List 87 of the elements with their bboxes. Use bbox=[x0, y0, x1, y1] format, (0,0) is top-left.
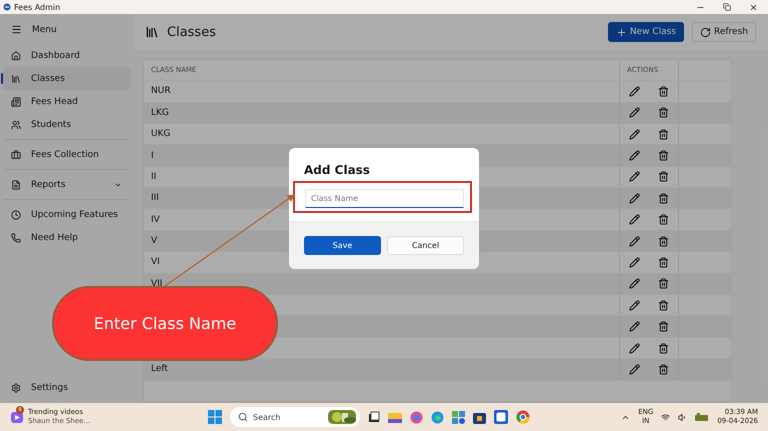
edit-icon[interactable] bbox=[629, 214, 640, 226]
edit-icon[interactable] bbox=[629, 128, 640, 140]
delete-icon[interactable] bbox=[658, 86, 669, 97]
nav-item[interactable]: Classes bbox=[3, 67, 130, 90]
plus-icon bbox=[616, 26, 627, 38]
chrome-icon[interactable] bbox=[516, 410, 530, 424]
nav-item[interactable]: Dashboard bbox=[3, 44, 130, 67]
nav-icon bbox=[11, 120, 21, 130]
delete-icon[interactable] bbox=[658, 321, 669, 332]
table-cell: VII bbox=[151, 278, 162, 289]
nav-item[interactable]: Students bbox=[3, 113, 130, 136]
table-cell: LKG bbox=[151, 108, 169, 118]
delete-icon[interactable] bbox=[658, 171, 669, 182]
page-title: Classes bbox=[167, 24, 216, 40]
edit-icon[interactable] bbox=[629, 192, 640, 204]
refresh-button[interactable]: Refresh bbox=[692, 22, 756, 42]
edit-icon[interactable] bbox=[629, 150, 640, 161]
refresh-icon bbox=[700, 26, 711, 38]
settings-icon bbox=[11, 382, 21, 392]
class-name-field[interactable]: Class Name bbox=[305, 189, 464, 208]
app-logo-icon bbox=[3, 3, 11, 11]
table-cell: III bbox=[151, 193, 159, 204]
delete-icon[interactable] bbox=[658, 278, 669, 290]
delete-icon[interactable] bbox=[658, 128, 669, 140]
search-icon bbox=[238, 412, 248, 422]
delete-icon[interactable] bbox=[658, 256, 669, 268]
edit-icon[interactable] bbox=[629, 321, 640, 332]
table-cell: IV bbox=[151, 214, 160, 225]
nav-icon bbox=[11, 210, 21, 220]
delete-icon[interactable] bbox=[658, 214, 669, 226]
save-button[interactable]: Save bbox=[304, 236, 381, 255]
nav-icon bbox=[11, 150, 21, 160]
table-cell: NUR bbox=[151, 86, 171, 96]
edit-icon[interactable] bbox=[629, 364, 640, 375]
nav-item[interactable]: Fees Collection bbox=[3, 143, 130, 166]
delete-icon[interactable] bbox=[658, 192, 669, 204]
classes-icon bbox=[145, 25, 159, 40]
table-cell: VI bbox=[151, 257, 160, 268]
volume-icon[interactable] bbox=[678, 412, 688, 422]
table-cell: Left bbox=[151, 364, 168, 374]
nav-icon bbox=[11, 74, 21, 84]
nav-icon bbox=[11, 180, 21, 190]
edit-icon[interactable] bbox=[629, 236, 640, 247]
nav-icon bbox=[11, 96, 21, 106]
edit-icon[interactable] bbox=[629, 107, 640, 118]
table-cell: V bbox=[151, 236, 158, 246]
nav-item[interactable]: Reports bbox=[3, 173, 130, 196]
new-class-button[interactable]: New Class bbox=[608, 22, 684, 42]
delete-icon[interactable] bbox=[658, 150, 669, 161]
window-icon[interactable] bbox=[368, 411, 380, 423]
table-cell: I bbox=[151, 150, 154, 160]
delete-icon[interactable] bbox=[658, 107, 669, 118]
search-field[interactable]: Search bbox=[230, 407, 360, 427]
nav-item[interactable]: Need Help bbox=[3, 226, 130, 249]
tiles-icon[interactable] bbox=[452, 410, 465, 424]
nav-item[interactable]: Upcoming Features bbox=[3, 203, 130, 226]
app-icon[interactable] bbox=[494, 410, 508, 424]
window-title: Fees Admin bbox=[14, 2, 60, 12]
settings-item[interactable]: Settings bbox=[3, 376, 130, 399]
wifi-icon[interactable] bbox=[661, 412, 670, 422]
store-icon[interactable] bbox=[473, 410, 486, 424]
nav-icon bbox=[11, 232, 21, 242]
edit-icon[interactable] bbox=[629, 86, 640, 97]
dialog-title: Add Class bbox=[303, 162, 371, 179]
close-icon[interactable] bbox=[749, 2, 758, 12]
folder-icon[interactable] bbox=[388, 411, 402, 423]
menu-label: Menu bbox=[32, 24, 57, 34]
battery-icon[interactable] bbox=[695, 413, 710, 421]
table-cell: II bbox=[151, 172, 156, 182]
restore-icon[interactable] bbox=[723, 2, 731, 10]
nav-item[interactable]: Fees Head bbox=[3, 90, 130, 113]
delete-icon[interactable] bbox=[658, 300, 669, 311]
start-icon[interactable] bbox=[208, 410, 222, 424]
delete-icon[interactable] bbox=[658, 364, 669, 375]
table-cell: UKG bbox=[151, 129, 170, 140]
edit-icon[interactable] bbox=[629, 300, 640, 311]
delete-icon[interactable] bbox=[658, 236, 669, 247]
menu-icon[interactable] bbox=[11, 24, 22, 35]
video-app-icon[interactable] bbox=[10, 410, 24, 424]
edit-icon[interactable] bbox=[629, 256, 640, 268]
delete-icon[interactable] bbox=[658, 342, 669, 354]
cancel-button[interactable]: Cancel bbox=[387, 236, 464, 255]
edit-icon[interactable] bbox=[629, 342, 640, 354]
edit-icon[interactable] bbox=[629, 278, 640, 290]
nav-icon bbox=[11, 50, 21, 60]
callout: Enter Class Name bbox=[52, 286, 278, 361]
edit-icon[interactable] bbox=[629, 171, 640, 182]
